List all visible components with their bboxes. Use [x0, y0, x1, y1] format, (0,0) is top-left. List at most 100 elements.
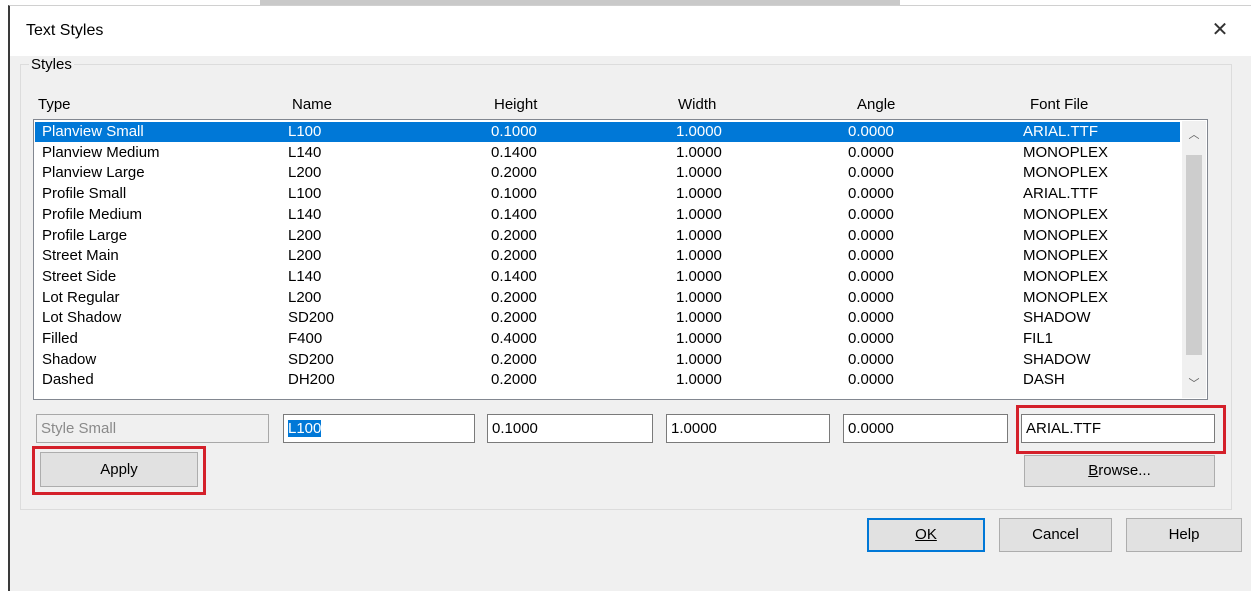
styles-group-label: Styles — [29, 56, 74, 73]
list-cell: DH200 — [288, 371, 335, 389]
list-cell: ARIAL.TTF — [1023, 123, 1099, 140]
browse-button[interactable]: Browse... — [1024, 455, 1215, 487]
list-cell: 1.0000 — [676, 371, 722, 389]
column-header-font-file[interactable]: Font File — [1030, 96, 1088, 113]
list-cell: Lot Shadow — [42, 309, 122, 327]
list-cell: 0.2000 — [491, 247, 537, 265]
list-item[interactable]: Street Main L200 0.2000 1.0000 0.0000 MONOPLE… — [35, 246, 1180, 266]
list-cell: Lot Regular — [42, 288, 120, 306]
list-cell: MONOPLEX — [1023, 164, 1109, 182]
list-cell: Street Main — [42, 247, 119, 265]
list-cell: SHADOW — [1023, 350, 1091, 368]
list-cell: Planview Medium — [42, 143, 160, 161]
style-type-field: Style Small — [36, 414, 269, 443]
column-header-type[interactable]: Type — [38, 96, 71, 113]
list-cell: 1.0000 — [676, 123, 722, 140]
list-cell: 0.0000 — [848, 350, 894, 368]
apply-button-highlight — [32, 446, 206, 495]
column-header-height[interactable]: Height — [494, 96, 537, 113]
style-name-field[interactable]: L100 — [283, 414, 475, 443]
list-cell: 1.0000 — [676, 288, 722, 306]
list-cell: 0.1400 — [491, 267, 537, 285]
column-header-name[interactable]: Name — [292, 96, 332, 113]
list-cell: SD200 — [288, 350, 334, 368]
column-header-angle[interactable]: Angle — [857, 96, 895, 113]
list-scrollbar[interactable]: ︿ ﹀ — [1182, 121, 1206, 398]
list-cell: L100 — [288, 185, 322, 203]
list-item[interactable]: Planview Small L100 0.1000 1.0000 0.0000 ARIA… — [35, 122, 1180, 142]
list-item[interactable]: Shadow SD200 0.2000 1.0000 0.0000 SHADOW — [35, 350, 1180, 370]
list-cell: L140 — [288, 143, 322, 161]
list-cell: 0.4000 — [491, 330, 537, 347]
list-cell: 1.0000 — [676, 350, 722, 368]
styles-list[interactable]: Dashed DH200 0.2000 1.0000 0.0000 DASH Shadow S… — [33, 119, 1208, 400]
list-cell: F400 — [288, 330, 323, 347]
list-item[interactable]: Profile Medium L140 0.1400 1.0000 0.0000 MONO… — [35, 205, 1180, 225]
scrollbar-thumb[interactable] — [1186, 155, 1202, 355]
cancel-button[interactable]: Cancel — [999, 518, 1112, 552]
list-cell: MONOPLEX — [1023, 226, 1109, 244]
list-cell: 0.0000 — [848, 371, 894, 389]
list-cell: MONOPLEX — [1023, 267, 1109, 285]
list-cell: 0.0000 — [848, 164, 894, 182]
list-cell: 0.1400 — [491, 205, 537, 223]
list-cell: 0.2000 — [491, 309, 537, 327]
list-cell: 0.0000 — [848, 288, 894, 306]
list-cell: 1.0000 — [676, 267, 722, 285]
style-width-field[interactable]: 1.0000 — [666, 414, 830, 443]
list-cell: SHADOW — [1023, 309, 1091, 327]
list-item[interactable]: Filled F400 0.4000 1.0000 0.0000 FIL1 — [35, 329, 1180, 349]
list-item[interactable]: Lot Shadow SD200 0.2000 1.0000 0.0000 SHADOW — [35, 308, 1180, 328]
list-cell: Profile Large — [42, 226, 128, 244]
list-cell: 0.0000 — [848, 267, 894, 285]
list-cell: Profile Medium — [42, 205, 143, 223]
list-cell: 0.1000 — [491, 123, 537, 140]
list-cell: DASH — [1023, 371, 1065, 389]
style-angle-field[interactable]: 0.0000 — [843, 414, 1008, 443]
list-cell: 1.0000 — [676, 164, 722, 182]
list-cell: Filled — [42, 330, 78, 347]
column-header-width[interactable]: Width — [678, 96, 716, 113]
list-cell: L200 — [288, 247, 322, 265]
list-cell: 1.0000 — [676, 185, 722, 203]
list-cell: 0.0000 — [848, 330, 894, 347]
list-cell: MONOPLEX — [1023, 288, 1109, 306]
list-item[interactable]: Street Side L140 0.1400 1.0000 0.0000 MONOPLE… — [35, 267, 1180, 287]
style-name-value: L100 — [288, 420, 322, 437]
chevron-up-icon[interactable]: ︿ — [1182, 125, 1206, 145]
list-cell: 1.0000 — [676, 226, 722, 244]
list-cell: 0.2000 — [491, 288, 537, 306]
list-cell: 0.0000 — [848, 123, 894, 140]
list-item[interactable]: Profile Large L200 0.2000 1.0000 0.0000 MONOP… — [35, 226, 1180, 246]
list-cell: Planview Large — [42, 164, 145, 182]
list-cell: SD200 — [288, 309, 334, 327]
ok-button[interactable]: OK — [867, 518, 985, 552]
list-item[interactable]: Planview Medium L140 0.1400 1.0000 0.0000 MON… — [35, 143, 1180, 163]
list-cell: 0.0000 — [848, 205, 894, 223]
list-item[interactable]: Planview Large L200 0.2000 1.0000 0.0000 MONO… — [35, 163, 1180, 183]
list-cell: MONOPLEX — [1023, 143, 1109, 161]
list-cell: L140 — [288, 205, 322, 223]
list-item[interactable]: Dashed DH200 0.2000 1.0000 0.0000 DASH — [35, 370, 1180, 390]
list-item[interactable]: Profile Small L100 0.1000 1.0000 0.0000 ARIAL… — [35, 184, 1180, 204]
list-cell: 1.0000 — [676, 309, 722, 327]
list-cell: 0.0000 — [848, 247, 894, 265]
help-button[interactable]: Help — [1126, 518, 1242, 552]
list-cell: 0.1000 — [491, 185, 537, 203]
list-cell: L140 — [288, 267, 322, 285]
list-cell: L200 — [288, 164, 322, 182]
list-cell: 0.0000 — [848, 185, 894, 203]
dialog-title: Text Styles — [26, 22, 104, 39]
list-cell: 0.0000 — [848, 309, 894, 327]
title-bar: Text Styles ✕ — [10, 6, 1251, 56]
close-icon[interactable]: ✕ — [1205, 15, 1235, 45]
list-cell: L100 — [288, 123, 322, 140]
style-height-field[interactable]: 0.1000 — [487, 414, 653, 443]
chevron-down-icon[interactable]: ﹀ — [1182, 374, 1206, 394]
list-item[interactable]: Lot Regular L200 0.2000 1.0000 0.0000 MONOPLE… — [35, 288, 1180, 308]
list-cell: 0.2000 — [491, 226, 537, 244]
list-cell: Shadow — [42, 350, 97, 368]
list-cell: 0.1400 — [491, 143, 537, 161]
list-cell: FIL1 — [1023, 330, 1054, 347]
list-cell: 1.0000 — [676, 143, 722, 161]
